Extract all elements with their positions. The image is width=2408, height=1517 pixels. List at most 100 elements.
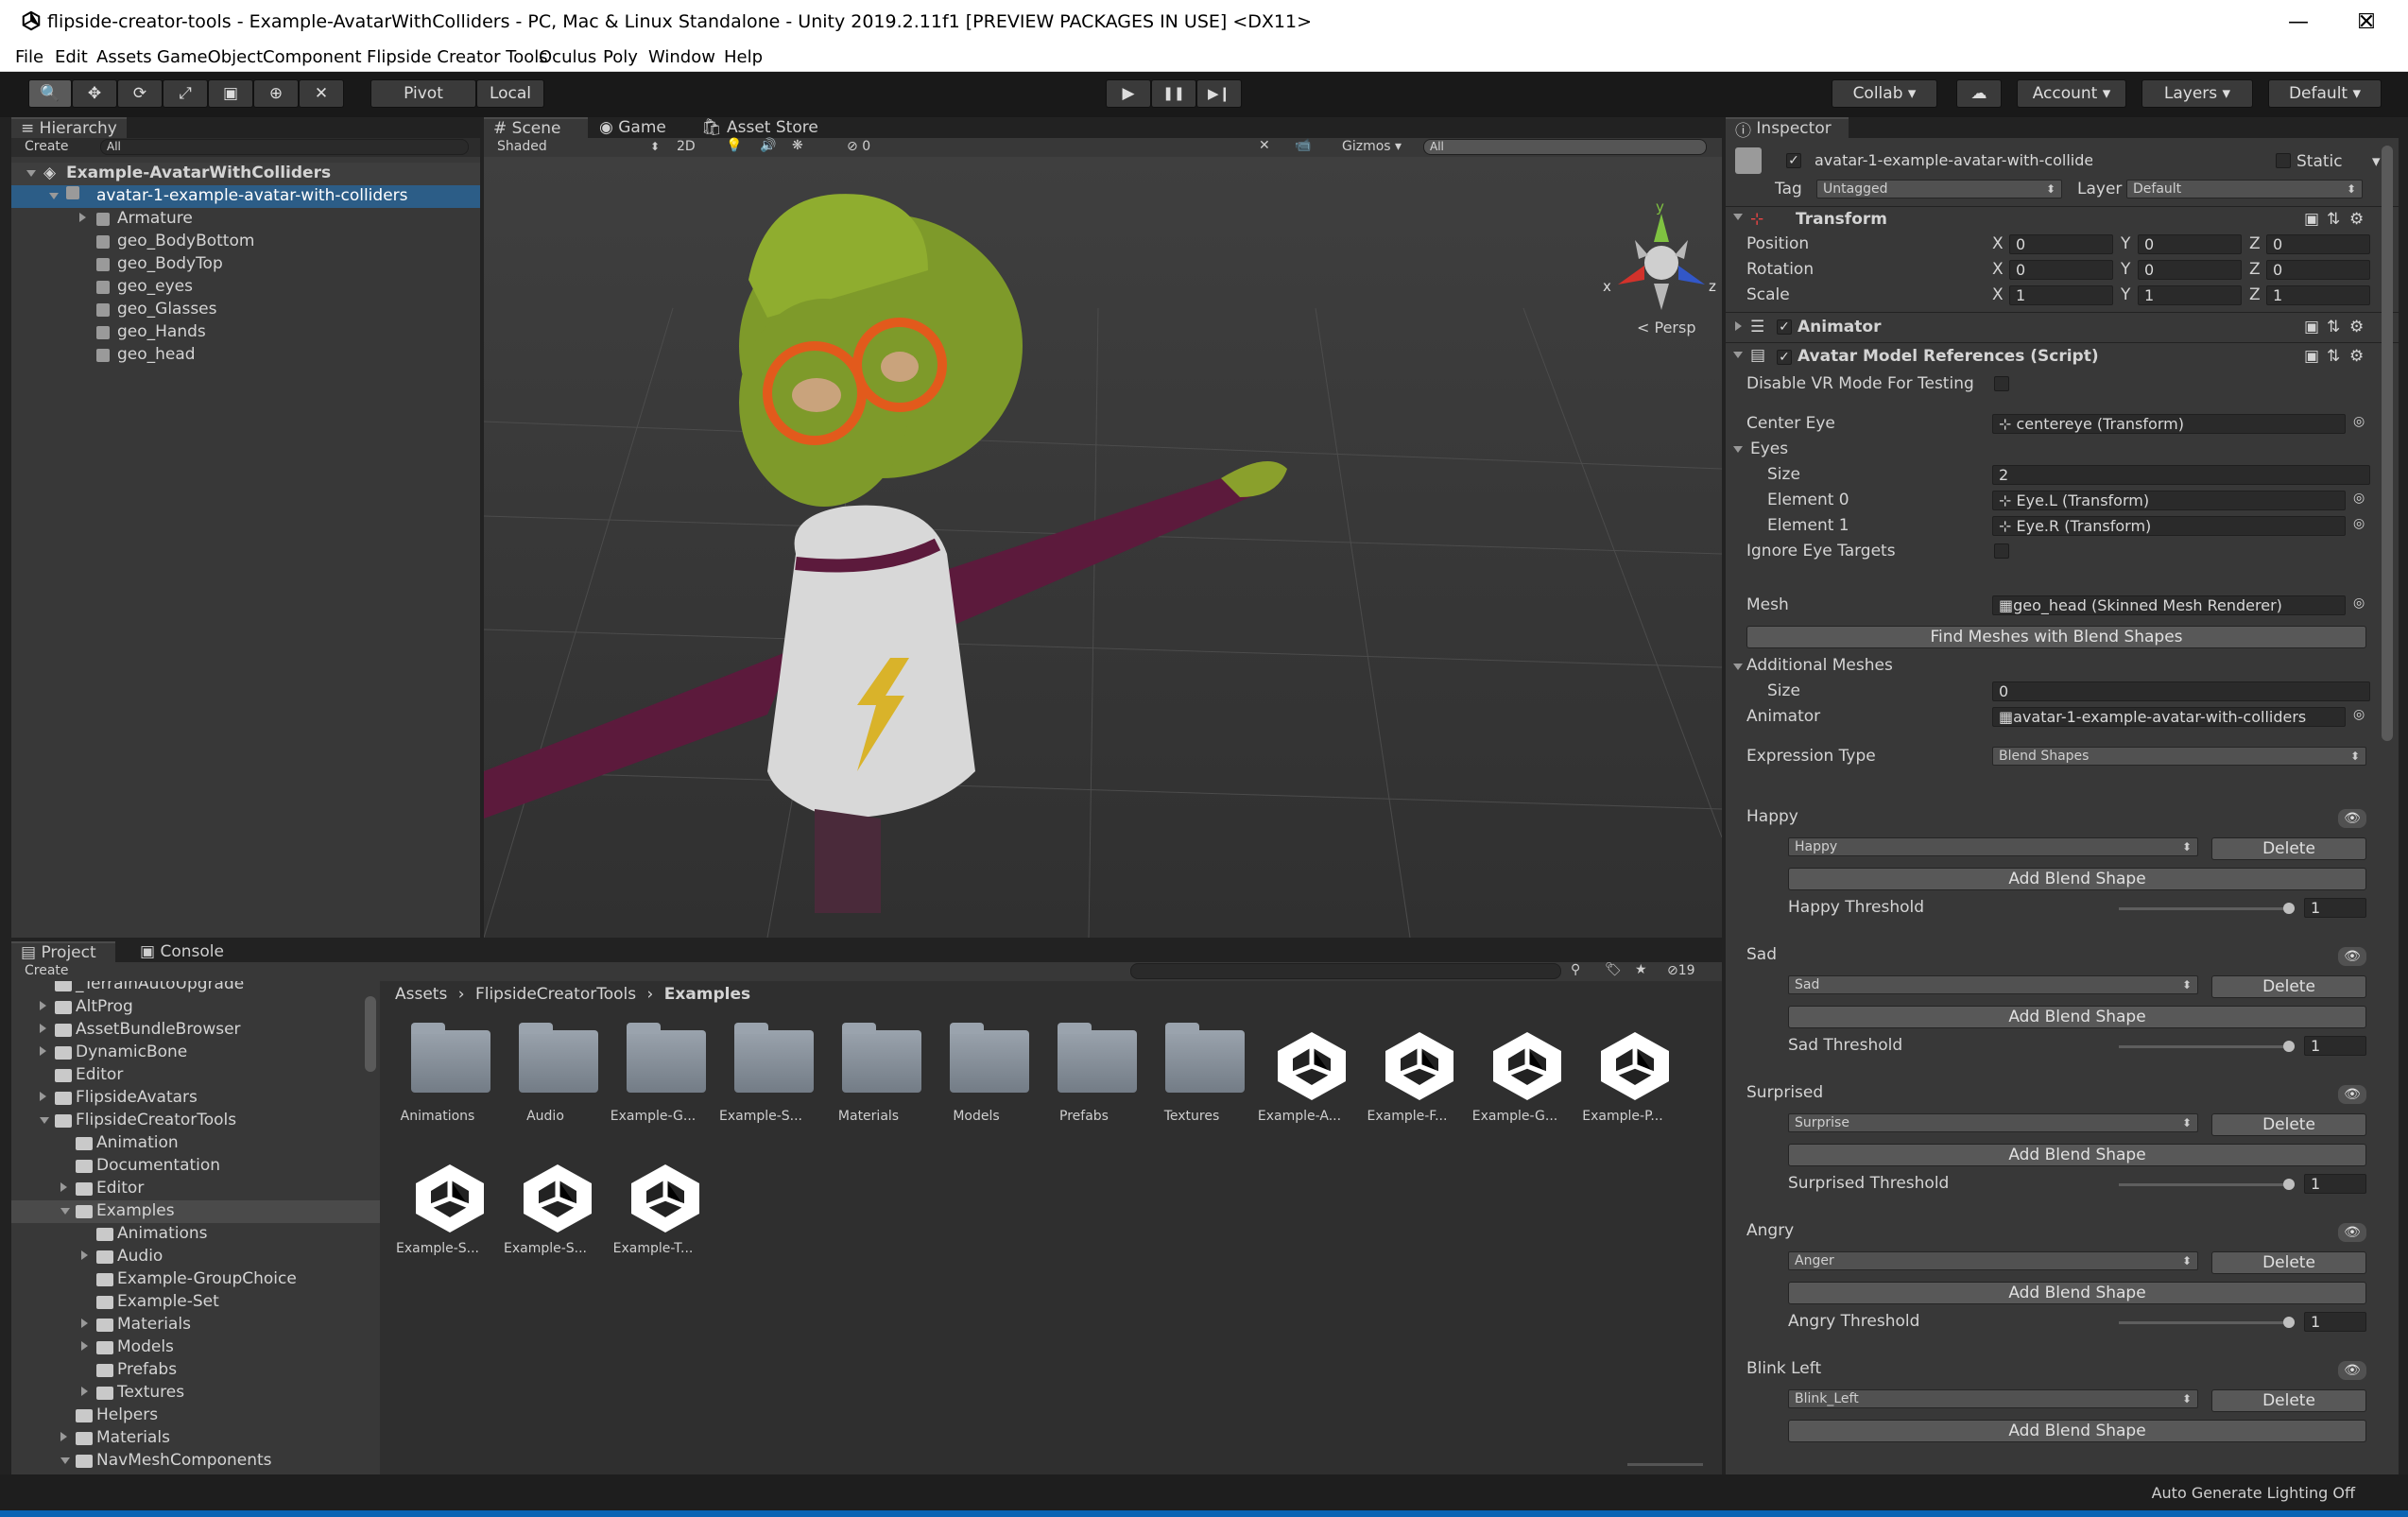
gear-icon[interactable]: ⚙ [2349, 347, 2364, 366]
menu-assets[interactable]: Assets [96, 47, 152, 67]
happy-threshold-slider[interactable] [2119, 907, 2295, 910]
delete-happy-button[interactable]: Delete [2211, 837, 2366, 860]
hierarchy-item[interactable]: geo_eyes [11, 276, 480, 299]
tree-item[interactable]: Animations [11, 1223, 380, 1246]
sad-threshold-field[interactable]: 1 [2304, 1036, 2366, 1056]
scale-tool-icon[interactable]: ⤢ [163, 79, 208, 108]
preview-eye-icon[interactable]: 👁 [2338, 1361, 2366, 1380]
blink-left-shape-dropdown[interactable]: Blink_Left [1788, 1389, 2198, 1408]
happy-threshold-field[interactable]: 1 [2304, 898, 2366, 918]
tab-console[interactable]: ▣ Console [130, 941, 233, 962]
sad-threshold-slider[interactable] [2119, 1045, 2295, 1048]
add-blend-shape-blink-left-button[interactable]: Add Blend Shape [1788, 1420, 2366, 1442]
unity-scene-asset[interactable]: Example-S... [493, 1153, 597, 1295]
add-blend-shape-surprised-button[interactable]: Add Blend Shape [1788, 1144, 2366, 1166]
rotation-z-field[interactable]: 0 [2266, 260, 2370, 280]
filter-label-icon[interactable]: 🏷 [1605, 962, 1622, 977]
breadcrumb-examples[interactable]: Examples [664, 985, 750, 1004]
tree-item[interactable]: Animation [11, 1132, 380, 1155]
expression-type-dropdown[interactable]: Blend Shapes [1992, 747, 2366, 766]
animator-field[interactable]: ▦avatar-1-example-avatar-with-colliders [1992, 707, 2346, 727]
tree-item[interactable]: Prefabs [11, 1359, 380, 1382]
unity-scene-asset[interactable]: Example-F... [1355, 1021, 1459, 1163]
static-checkbox[interactable] [2276, 153, 2291, 168]
custom-tool-icon[interactable]: ✕ [299, 79, 344, 108]
unity-scene-asset[interactable]: Example-A... [1247, 1021, 1351, 1163]
add-blend-shape-sad-button[interactable]: Add Blend Shape [1788, 1006, 2366, 1028]
find-meshes-button[interactable]: Find Meshes with Blend Shapes [1746, 626, 2366, 648]
rotation-y-field[interactable]: 0 [2138, 260, 2242, 280]
menu-help[interactable]: Help [724, 47, 763, 67]
help-icon[interactable]: ▣ [2304, 347, 2319, 366]
sad-shape-dropdown[interactable]: Sad [1788, 975, 2198, 994]
tree-item[interactable]: DynamicBone [11, 1042, 380, 1064]
view-tool-icon[interactable]: 🔍 [28, 79, 72, 108]
tree-item[interactable]: FlipsideCreatorTools [11, 1110, 380, 1132]
hierarchy-item-avatar[interactable]: avatar-1-example-avatar-with-colliders [11, 185, 480, 208]
position-z-field[interactable]: 0 [2266, 234, 2370, 254]
projection-label[interactable]: < Persp [1637, 319, 1695, 336]
menu-flipside-creator-tools[interactable]: Flipside Creator Tools [367, 47, 548, 67]
preview-eye-icon[interactable]: 👁 [2338, 947, 2366, 966]
tree-item[interactable]: AltProg [11, 996, 380, 1019]
ignore-eye-targets-checkbox[interactable] [1994, 543, 2009, 559]
happy-shape-dropdown[interactable]: Happy [1788, 837, 2198, 856]
project-create-button[interactable]: Create [25, 963, 69, 978]
tree-item[interactable]: Example-GroupChoice [11, 1268, 380, 1291]
angry-shape-dropdown[interactable]: Anger [1788, 1251, 2198, 1270]
center-eye-field[interactable]: ⊹ centereye (Transform) [1992, 414, 2346, 434]
tab-project[interactable]: ▤ Project [11, 941, 115, 962]
position-x-field[interactable]: 0 [2009, 234, 2113, 254]
add-blend-shape-happy-button[interactable]: Add Blend Shape [1788, 868, 2366, 890]
object-picker-icon[interactable]: ◎ [2353, 491, 2365, 506]
script-enabled-checkbox[interactable]: ✓ [1777, 350, 1792, 365]
favorite-icon[interactable]: ★ [1635, 962, 1647, 977]
effects-icon[interactable]: ❋ [792, 138, 803, 153]
hierarchy-search-input[interactable]: All [100, 139, 469, 155]
shading-mode-dropdown[interactable]: Shaded [491, 138, 665, 157]
tree-scrollbar[interactable] [365, 996, 376, 1072]
mesh-field[interactable]: ▦geo_head (Skinned Mesh Renderer) [1992, 595, 2346, 615]
angry-threshold-slider[interactable] [2119, 1321, 2295, 1324]
slider-knob[interactable] [2283, 1179, 2295, 1190]
breadcrumb-flipside[interactable]: FlipsideCreatorTools [475, 985, 636, 1004]
eye-element-0-field[interactable]: ⊹ Eye.L (Transform) [1992, 491, 2346, 510]
icon-size-slider[interactable] [1627, 1463, 1703, 1466]
hierarchy-item[interactable]: geo_head [11, 344, 480, 367]
delete-sad-button[interactable]: Delete [2211, 975, 2366, 998]
delete-blink-left-button[interactable]: Delete [2211, 1389, 2366, 1412]
slider-knob[interactable] [2283, 1041, 2295, 1052]
asset-folder[interactable]: Audio [493, 1021, 598, 1163]
tree-item[interactable]: Materials [11, 1314, 380, 1336]
pause-button[interactable]: ❚❚ [1151, 79, 1196, 108]
lighting-icon[interactable]: 💡 [726, 138, 742, 153]
asset-folder[interactable]: Animations [386, 1021, 490, 1163]
help-icon[interactable]: ▣ [2304, 210, 2319, 229]
angry-threshold-field[interactable]: 1 [2304, 1312, 2366, 1332]
tree-item[interactable]: Editor [11, 1064, 380, 1087]
tree-item[interactable]: Models [11, 1336, 380, 1359]
position-y-field[interactable]: 0 [2138, 234, 2242, 254]
transform-title[interactable]: Transform [1796, 210, 1887, 229]
tools-icon[interactable]: ✕ [1259, 138, 1270, 153]
layers-dropdown[interactable]: Layers ▾ [2141, 79, 2253, 108]
menu-file[interactable]: File [15, 47, 43, 67]
camera-icon[interactable]: 📹 [1295, 138, 1311, 153]
static-dropdown-arrow[interactable]: ▾ [2372, 152, 2381, 171]
tree-item[interactable]: FlipsideAvatars [11, 1087, 380, 1110]
object-picker-icon[interactable]: ◎ [2353, 707, 2365, 722]
tag-dropdown[interactable]: Untagged [1816, 180, 2062, 198]
tree-item[interactable]: Audio [11, 1246, 380, 1268]
surprised-shape-dropdown[interactable]: Surprise [1788, 1113, 2198, 1132]
tree-item[interactable]: Helpers [11, 1405, 380, 1427]
additional-meshes-size-field[interactable]: 0 [1992, 681, 2370, 701]
hierarchy-item[interactable]: Armature [11, 208, 480, 231]
project-search-input[interactable] [1130, 963, 1561, 979]
hierarchy-item[interactable]: geo_Glasses [11, 299, 480, 321]
asset-folder[interactable]: Example-G... [601, 1021, 706, 1163]
delete-surprised-button[interactable]: Delete [2211, 1113, 2366, 1136]
menu-component[interactable]: Component [263, 47, 362, 67]
preview-eye-icon[interactable]: 👁 [2338, 1085, 2366, 1104]
move-tool-icon[interactable]: ✥ [72, 79, 117, 108]
hierarchy-scene-row[interactable]: ◈ Example-AvatarWithColliders [11, 163, 480, 185]
